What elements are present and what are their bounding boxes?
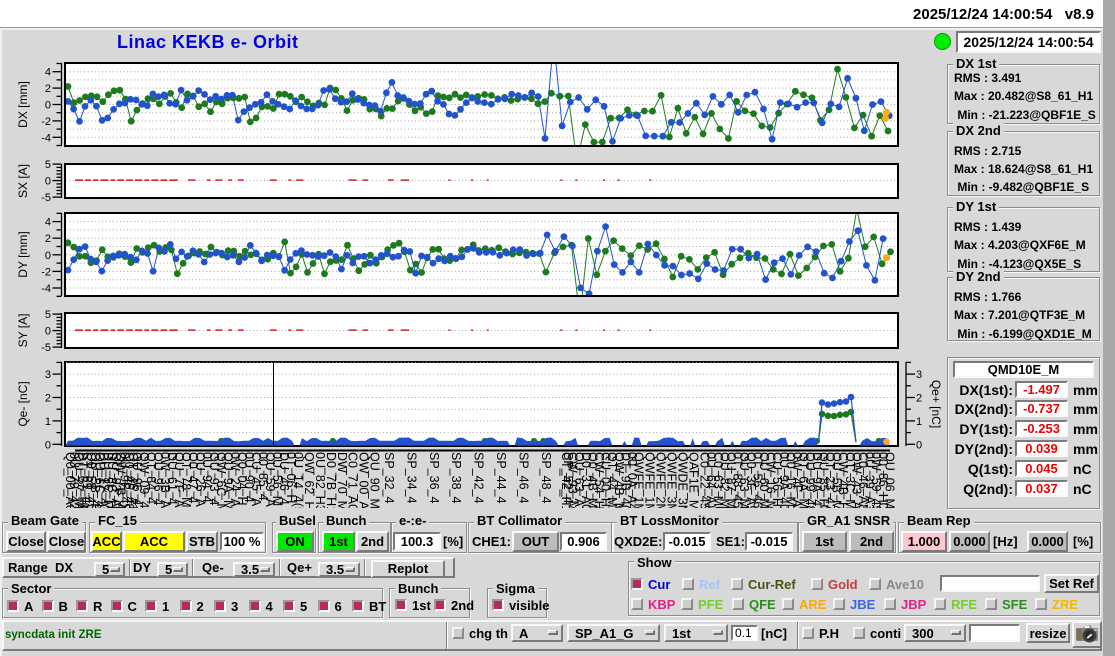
svg-text:Qe+ [nC]: Qe+ [nC] bbox=[929, 380, 943, 428]
svg-text:0: 0 bbox=[45, 326, 51, 338]
svg-text:SP_38_4: SP_38_4 bbox=[449, 452, 463, 503]
svg-text:SP_46_4: SP_46_4 bbox=[516, 452, 530, 503]
svg-text:1: 1 bbox=[916, 416, 922, 428]
svg-text:SP_42_4: SP_42_4 bbox=[472, 452, 486, 503]
svg-text:-2: -2 bbox=[41, 266, 51, 278]
svg-text:SP_32_4: SP_32_4 bbox=[382, 452, 396, 503]
svg-text:5: 5 bbox=[45, 159, 51, 171]
svg-text:0: 0 bbox=[45, 176, 51, 188]
svg-text:3: 3 bbox=[916, 369, 922, 381]
svg-text:2: 2 bbox=[45, 233, 51, 245]
svg-text:-5: -5 bbox=[41, 342, 51, 354]
svg-text:0: 0 bbox=[45, 250, 51, 262]
svg-text:SP_34_4: SP_34_4 bbox=[404, 452, 418, 503]
svg-text:SY [A]: SY [A] bbox=[16, 314, 30, 348]
svg-text:5: 5 bbox=[45, 309, 51, 321]
svg-text:-2: -2 bbox=[41, 116, 51, 128]
svg-text:4: 4 bbox=[45, 67, 51, 79]
svg-text:2: 2 bbox=[45, 393, 51, 405]
svg-text:SP_48_4: SP_48_4 bbox=[539, 452, 553, 503]
svg-text:0: 0 bbox=[45, 439, 51, 451]
svg-text:-4: -4 bbox=[41, 132, 51, 144]
svg-text:Qe- [nC]: Qe- [nC] bbox=[16, 381, 30, 426]
svg-text:0: 0 bbox=[916, 439, 922, 451]
svg-text:DY [mm]: DY [mm] bbox=[16, 231, 30, 277]
svg-text:SP_44_4: SP_44_4 bbox=[494, 452, 508, 503]
svg-text:SP_36_4: SP_36_4 bbox=[427, 452, 441, 503]
svg-text:-5: -5 bbox=[41, 192, 51, 204]
svg-text:4: 4 bbox=[45, 217, 51, 229]
svg-text:-4: -4 bbox=[41, 283, 51, 295]
svg-text:1: 1 bbox=[45, 416, 51, 428]
svg-text:2: 2 bbox=[916, 393, 922, 405]
svg-text:SX [A]: SX [A] bbox=[16, 164, 30, 198]
svg-text:0: 0 bbox=[45, 100, 51, 112]
svg-text:2: 2 bbox=[45, 83, 51, 95]
svg-text:QU_90_M(5: QU_90_M(5 bbox=[368, 452, 382, 520]
svg-text:3: 3 bbox=[45, 369, 51, 381]
svg-text:DX [mm]: DX [mm] bbox=[16, 81, 30, 128]
svg-text:OU_06_M2: OU_06_M2 bbox=[882, 452, 896, 516]
